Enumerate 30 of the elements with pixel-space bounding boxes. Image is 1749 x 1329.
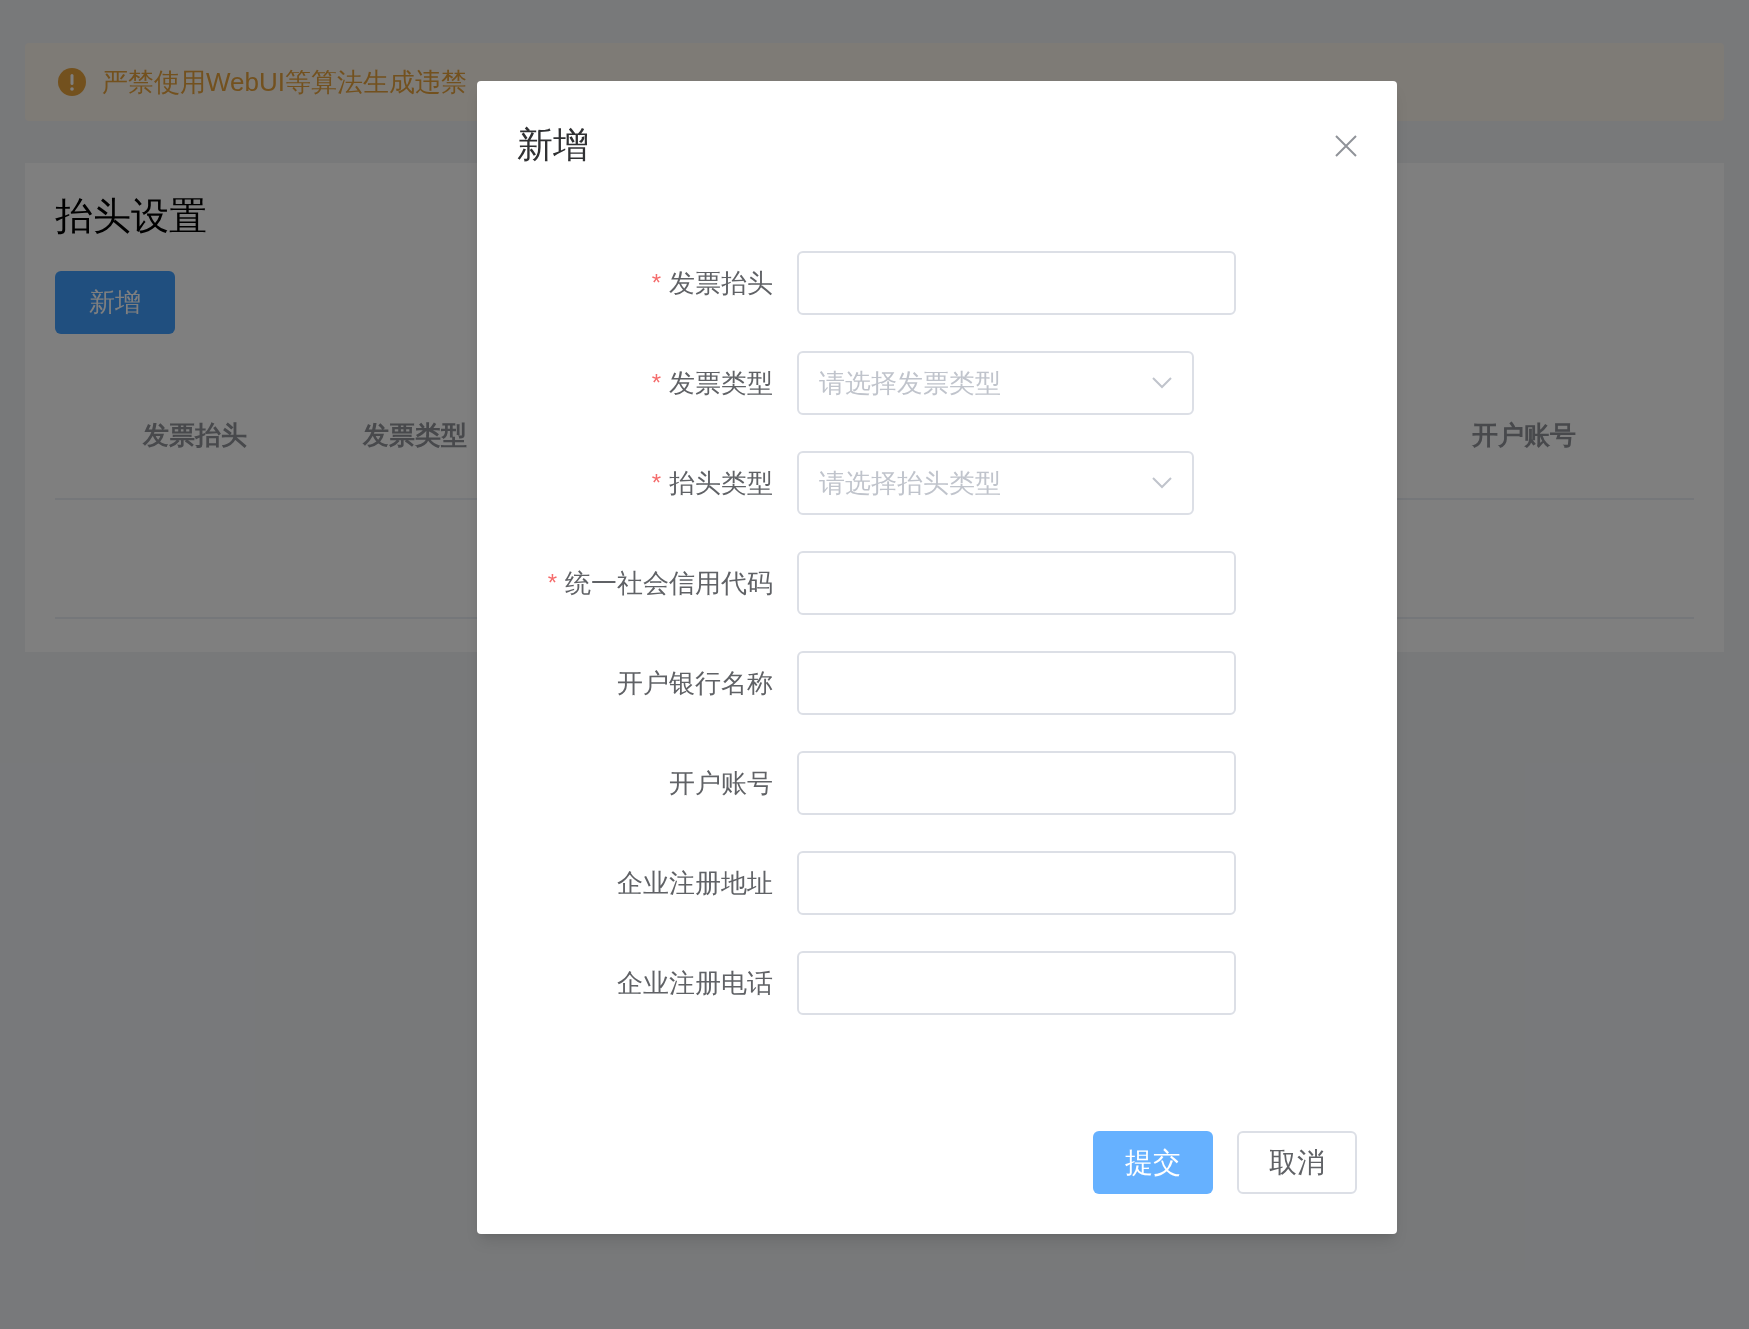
field-label: 开户银行名称: [617, 666, 773, 700]
required-mark: *: [547, 568, 557, 598]
field-label: 统一社会信用代码: [565, 566, 773, 600]
input-field[interactable]: [797, 651, 1236, 715]
field-label: 发票抬头: [669, 266, 773, 300]
page-title: 抬头设置: [55, 194, 208, 239]
input-field[interactable]: [797, 251, 1236, 315]
required-mark: *: [651, 268, 661, 298]
field-label: 发票类型: [669, 366, 773, 400]
field-label: 开户账号: [669, 766, 773, 800]
required-mark: *: [651, 368, 661, 398]
input-field[interactable]: [797, 951, 1236, 1015]
required-mark: *: [651, 468, 661, 498]
add-button[interactable]: 新增: [55, 271, 175, 334]
field-label: 抬头类型: [669, 466, 773, 500]
chevron-down-icon: [1152, 377, 1172, 389]
select-field[interactable]: 请选择发票类型: [797, 351, 1194, 415]
submit-button[interactable]: 提交: [1093, 1131, 1213, 1194]
select-field[interactable]: 请选择抬头类型: [797, 451, 1194, 515]
input-field[interactable]: [797, 751, 1236, 815]
field-label: 企业注册电话: [617, 966, 773, 1000]
close-icon[interactable]: [1335, 135, 1357, 157]
input-field[interactable]: [797, 851, 1236, 915]
warning-text: 严禁使用WebUI等算法生成违禁: [102, 65, 467, 99]
field-label: 企业注册地址: [617, 866, 773, 900]
input-field[interactable]: [797, 551, 1236, 615]
chevron-down-icon: [1152, 477, 1172, 489]
cancel-button[interactable]: 取消: [1237, 1131, 1357, 1194]
dialog-title: 新增: [517, 123, 589, 167]
warning-icon: [58, 68, 86, 96]
